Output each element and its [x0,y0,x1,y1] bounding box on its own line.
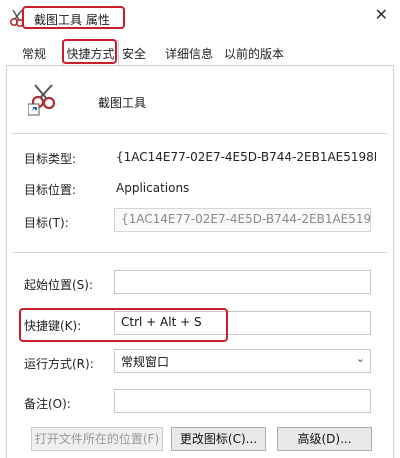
divider [12,252,387,253]
comment-label: 备注(O): [24,397,71,411]
start-in-field[interactable] [114,270,371,294]
title-highlight-box [22,6,125,29]
shortcut-highlight-box [19,308,228,342]
target-field[interactable]: {1AC14E77-02E7-4E5D-B744-2EB1AE5198B7}\S [114,208,371,232]
run-select-value: 常规窗口 [121,355,170,369]
close-icon[interactable]: ✕ [375,5,388,24]
open-file-location-button[interactable]: 打开文件所在的位置(F) [31,427,163,451]
tab-highlight-box [62,39,117,64]
chevron-down-icon: ⌄ [355,352,365,365]
divider [12,133,387,134]
target-label: 目标(T): [24,216,69,230]
run-label: 运行方式(R): [24,357,94,371]
target-type-value: {1AC14E77-02E7-4E5D-B744-2EB1AE5198B7}\S… [116,150,376,164]
tab-security[interactable]: 安全 [118,44,150,64]
start-in-label: 起始位置(S): [24,278,94,292]
app-name: 截图工具 [98,96,147,110]
target-location-value: Applications [116,181,190,195]
target-location-label: 目标位置: [24,183,77,197]
tab-details[interactable]: 详细信息 [161,44,217,64]
change-icon-button[interactable]: 更改图标(C)... [171,427,266,451]
tab-previous-versions[interactable]: 以前的版本 [220,44,288,64]
snipping-tool-large-icon [28,84,56,116]
run-select[interactable]: 常规窗口 ⌄ [114,349,371,373]
tab-general[interactable]: 常规 [18,44,50,64]
advanced-button[interactable]: 高级(D)... [277,427,372,451]
target-type-label: 目标类型: [24,152,77,166]
comment-field[interactable] [114,389,371,413]
